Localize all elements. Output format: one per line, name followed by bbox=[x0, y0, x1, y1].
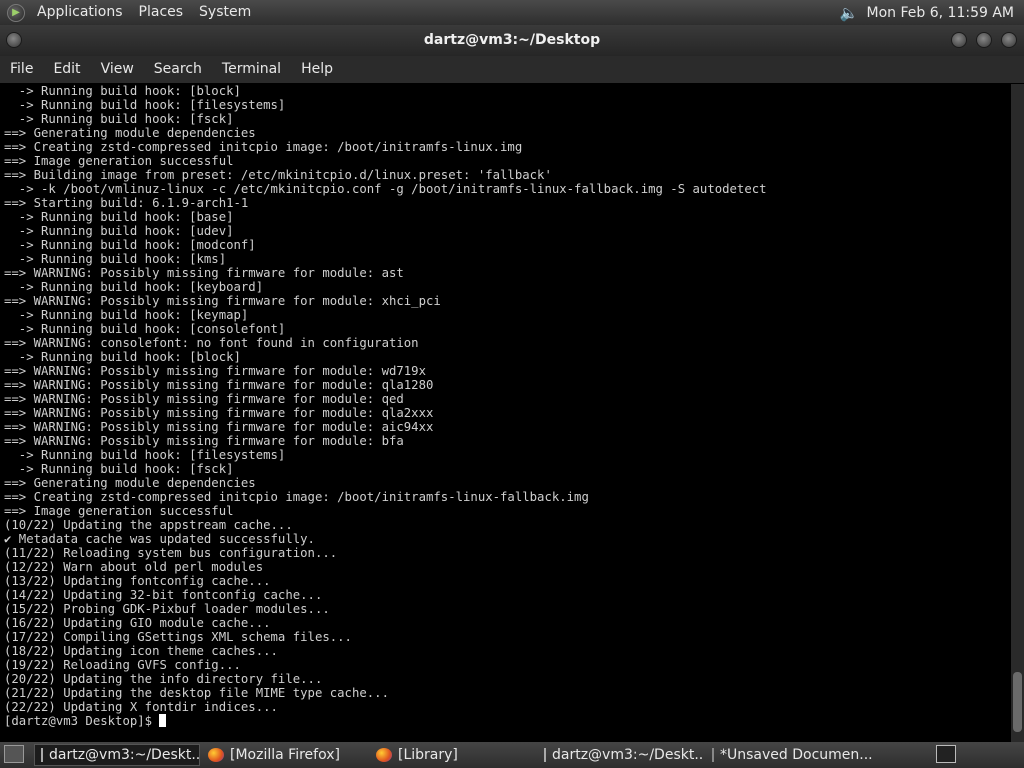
terminal-line: (14/22) Updating 32-bit fontconfig cache… bbox=[4, 588, 323, 602]
terminal-line: (11/22) Reloading system bus configurati… bbox=[4, 546, 338, 560]
task-label: dartz@vm3:~/Deskt... bbox=[49, 747, 200, 763]
task-library[interactable]: [Library] bbox=[370, 744, 536, 766]
terminal-line: (17/22) Compiling GSettings XML schema f… bbox=[4, 630, 352, 644]
terminal-lines: -> Running build hook: [block] -> Runnin… bbox=[0, 84, 1011, 714]
terminal-line: ✔ Metadata cache was updated successfull… bbox=[4, 532, 315, 546]
window-menu-icon[interactable] bbox=[6, 32, 22, 48]
menu-search[interactable]: Search bbox=[144, 56, 212, 83]
terminal-line: -> -k /boot/vmlinuz-linux -c /etc/mkinit… bbox=[4, 182, 767, 196]
maximize-icon[interactable] bbox=[976, 32, 992, 48]
task-label: dartz@vm3:~/Deskt... bbox=[552, 747, 704, 763]
terminal-icon bbox=[544, 748, 546, 762]
terminal-line: ==> WARNING: Possibly missing firmware f… bbox=[4, 406, 434, 420]
terminal-line: (19/22) Reloading GVFS config... bbox=[4, 658, 241, 672]
terminal-line: -> Running build hook: [base] bbox=[4, 210, 234, 224]
close-icon[interactable] bbox=[1001, 32, 1017, 48]
firefox-icon bbox=[208, 748, 224, 762]
show-desktop-icon[interactable] bbox=[4, 745, 24, 763]
window-titlebar[interactable]: dartz@vm3:~/Desktop bbox=[0, 25, 1024, 56]
terminal-line: -> Running build hook: [fsck] bbox=[4, 462, 234, 476]
terminal-line: ==> Building image from preset: /etc/mki… bbox=[4, 168, 552, 182]
task-text-editor[interactable]: *Unsaved Documen... bbox=[706, 744, 872, 766]
terminal-line: -> Running build hook: [filesystems] bbox=[4, 448, 286, 462]
terminal-line: ==> WARNING: Possibly missing firmware f… bbox=[4, 434, 404, 448]
terminal-line: (15/22) Probing GDK-Pixbuf loader module… bbox=[4, 602, 330, 616]
menu-view[interactable]: View bbox=[91, 56, 144, 83]
terminal-line: ==> WARNING: Possibly missing firmware f… bbox=[4, 378, 434, 392]
terminal-line: ==> WARNING: Possibly missing firmware f… bbox=[4, 420, 434, 434]
terminal-line: (22/22) Updating X fontdir indices... bbox=[4, 700, 278, 714]
task-label: [Library] bbox=[398, 747, 458, 763]
terminal-line: (12/22) Warn about old perl modules bbox=[4, 560, 264, 574]
terminal-line: -> Running build hook: [kms] bbox=[4, 252, 227, 266]
terminal-line: ==> WARNING: consolefont: no font found … bbox=[4, 336, 419, 350]
task-firefox[interactable]: [Mozilla Firefox] bbox=[202, 744, 368, 766]
shell-prompt: [dartz@vm3 Desktop]$ bbox=[4, 714, 160, 728]
minimize-icon[interactable] bbox=[951, 32, 967, 48]
terminal-prompt-line[interactable]: [dartz@vm3 Desktop]$ bbox=[0, 714, 1011, 728]
terminal-line: -> Running build hook: [keymap] bbox=[4, 308, 249, 322]
terminal-scrollbar[interactable] bbox=[1011, 84, 1024, 742]
terminal-icon bbox=[41, 748, 43, 762]
terminal-line: -> Running build hook: [udev] bbox=[4, 224, 234, 238]
terminal-output[interactable]: -> Running build hook: [block] -> Runnin… bbox=[0, 84, 1011, 742]
firefox-icon bbox=[376, 748, 392, 762]
terminal-line: (16/22) Updating GIO module cache... bbox=[4, 616, 271, 630]
terminal-line: (18/22) Updating icon theme caches... bbox=[4, 644, 278, 658]
terminal-line: (21/22) Updating the desktop file MIME t… bbox=[4, 686, 389, 700]
terminal-line: (20/22) Updating the info directory file… bbox=[4, 672, 323, 686]
terminal-line: ==> Image generation successful bbox=[4, 154, 234, 168]
terminal-line: -> Running build hook: [consolefont] bbox=[4, 322, 286, 336]
terminal-line: ==> Generating module dependencies bbox=[4, 476, 256, 490]
workspace-switcher-icon[interactable] bbox=[936, 745, 956, 763]
menu-places[interactable]: Places bbox=[131, 0, 192, 25]
menu-edit[interactable]: Edit bbox=[43, 56, 90, 83]
terminal-line: -> Running build hook: [fsck] bbox=[4, 112, 234, 126]
terminal-line: -> Running build hook: [block] bbox=[4, 84, 241, 98]
speaker-icon[interactable]: 🔈 bbox=[840, 4, 859, 22]
task-terminal-2[interactable]: dartz@vm3:~/Deskt... bbox=[538, 744, 704, 766]
terminal-line: -> Running build hook: [filesystems] bbox=[4, 98, 286, 112]
terminal-line: ==> Creating zstd-compressed initcpio im… bbox=[4, 490, 589, 504]
window-title: dartz@vm3:~/Desktop bbox=[423, 32, 601, 48]
top-panel: ▶ Applications Places System 🔈 Mon Feb 6… bbox=[0, 0, 1024, 25]
text-editor-icon bbox=[712, 748, 714, 762]
terminal-line: -> Running build hook: [block] bbox=[4, 350, 241, 364]
terminal-line: ==> WARNING: Possibly missing firmware f… bbox=[4, 294, 441, 308]
terminal-line: ==> Starting build: 6.1.9-arch1-1 bbox=[4, 196, 249, 210]
terminal-line: ==> Image generation successful bbox=[4, 504, 234, 518]
bottom-taskbar: dartz@vm3:~/Deskt... [Mozilla Firefox] [… bbox=[0, 742, 1024, 768]
task-label: *Unsaved Documen... bbox=[720, 747, 872, 763]
terminal-line: ==> Generating module dependencies bbox=[4, 126, 256, 140]
terminal-line: -> Running build hook: [modconf] bbox=[4, 238, 256, 252]
terminal-line: ==> WARNING: Possibly missing firmware f… bbox=[4, 364, 426, 378]
menu-file[interactable]: File bbox=[0, 56, 43, 83]
terminal-line: -> Running build hook: [keyboard] bbox=[4, 280, 264, 294]
terminal-line: (10/22) Updating the appstream cache... bbox=[4, 518, 293, 532]
task-terminal-1[interactable]: dartz@vm3:~/Deskt... bbox=[34, 744, 200, 766]
terminal-line: ==> WARNING: Possibly missing firmware f… bbox=[4, 392, 404, 406]
terminal-line: (13/22) Updating fontconfig cache... bbox=[4, 574, 271, 588]
menu-system[interactable]: System bbox=[191, 0, 259, 25]
menu-terminal[interactable]: Terminal bbox=[212, 56, 291, 83]
terminal-menubar: File Edit View Search Terminal Help bbox=[0, 56, 1024, 83]
scrollbar-thumb[interactable] bbox=[1013, 672, 1022, 732]
text-cursor bbox=[159, 714, 167, 727]
distro-logo-icon[interactable]: ▶ bbox=[7, 3, 25, 22]
menu-applications[interactable]: Applications bbox=[29, 0, 131, 25]
terminal-line: ==> Creating zstd-compressed initcpio im… bbox=[4, 140, 523, 154]
clock[interactable]: Mon Feb 6, 11:59 AM bbox=[867, 5, 1014, 21]
task-label: [Mozilla Firefox] bbox=[230, 747, 340, 763]
menu-help[interactable]: Help bbox=[291, 56, 343, 83]
terminal-line: ==> WARNING: Possibly missing firmware f… bbox=[4, 266, 404, 280]
